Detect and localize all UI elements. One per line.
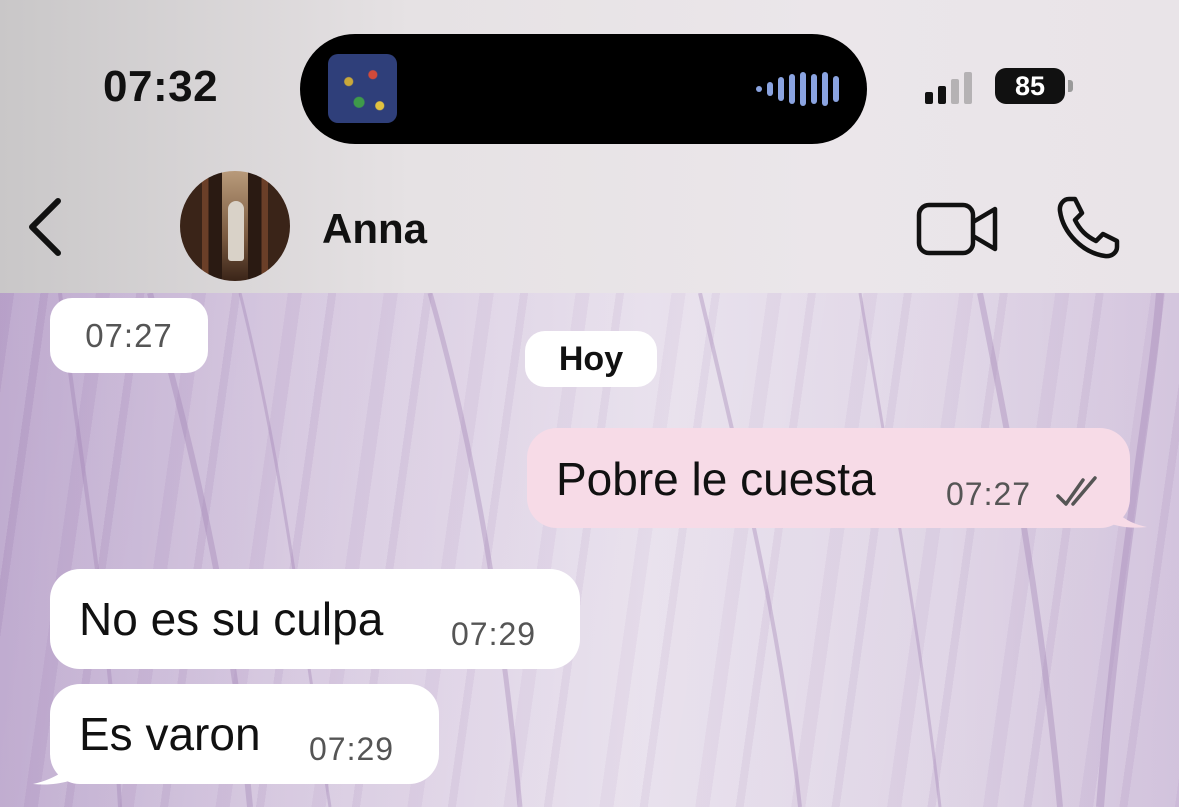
message-text: Es varon: [79, 708, 261, 760]
back-button[interactable]: [22, 195, 72, 260]
message-time: 07:29: [451, 616, 537, 652]
video-camera-icon: [916, 202, 998, 256]
dynamic-island[interactable]: [300, 34, 867, 144]
album-art-icon: [328, 54, 397, 123]
previous-message-time: 07:27: [50, 298, 208, 373]
phone-icon: [1057, 196, 1120, 259]
message-bubble-incoming[interactable]: Es varon 07:29: [50, 684, 439, 784]
chevron-left-icon: [29, 198, 61, 256]
message-time: 07:29: [309, 731, 395, 767]
contact-name[interactable]: Anna: [322, 205, 427, 253]
voice-call-button[interactable]: [1055, 195, 1121, 261]
date-separator: Hoy: [525, 331, 657, 387]
status-time: 07:32: [103, 62, 219, 111]
battery-indicator: 85: [995, 68, 1065, 104]
audio-waveform-icon: [756, 71, 839, 107]
message-text: No es su culpa: [79, 593, 384, 645]
top-bar: 07:32 85 Anna: [0, 0, 1179, 293]
contact-avatar[interactable]: [180, 171, 290, 281]
cellular-signal-icon: [925, 70, 972, 104]
message-bubble-outgoing[interactable]: Pobre le cuesta 07:27: [527, 428, 1130, 528]
message-bubble-incoming[interactable]: No es su culpa 07:29: [50, 569, 580, 669]
battery-cap-icon: [1068, 80, 1073, 92]
message-text: Pobre le cuesta: [556, 453, 876, 505]
video-call-button[interactable]: [915, 200, 999, 258]
double-check-icon: [1056, 476, 1097, 506]
message-time: 07:27: [946, 476, 1032, 512]
